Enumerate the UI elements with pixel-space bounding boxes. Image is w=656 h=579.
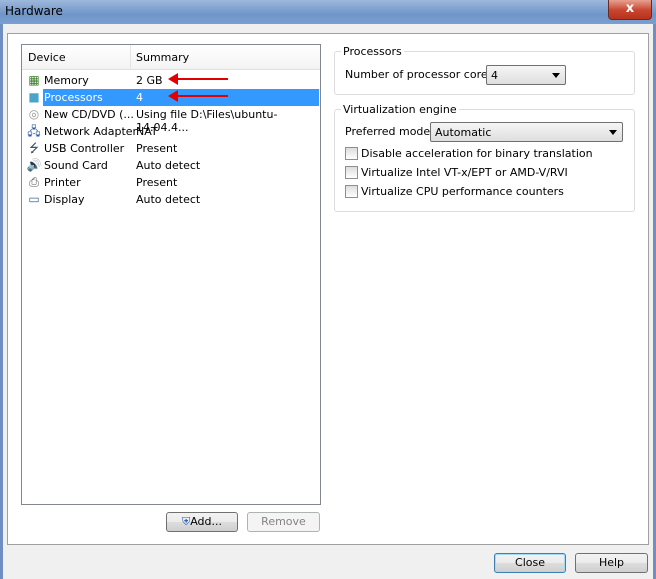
option-checkbox[interactable] — [345, 166, 358, 179]
device-list[interactable]: Device Summary ▦ Memory 2 GB ■ Processors 4 ◎ N… — [21, 44, 321, 505]
memory-icon: ▦ — [28, 73, 40, 87]
processor-icon: ■ — [28, 90, 40, 104]
help-button[interactable]: Help — [575, 553, 648, 573]
option-checkbox[interactable] — [345, 185, 358, 198]
window-close-button[interactable]: x — [608, 0, 652, 20]
virtualization-group-title: Virtualization engine — [341, 103, 459, 116]
list-item[interactable]: 🔊 Sound Card Auto detect — [22, 157, 320, 174]
mode-value: Automatic — [435, 126, 492, 139]
mode-select[interactable]: Automatic — [430, 122, 623, 142]
cores-value: 4 — [491, 69, 498, 82]
window-title: Hardware — [5, 4, 63, 18]
list-item[interactable]: 🖧 Network Adapter NAT — [22, 123, 320, 140]
title-bar: Hardware x — [0, 0, 656, 24]
column-divider[interactable] — [130, 45, 131, 70]
display-icon: ▭ — [28, 192, 40, 206]
annotation-arrow — [168, 90, 228, 102]
chevron-down-icon — [552, 73, 560, 78]
printer-icon: ⎙ — [29, 175, 39, 189]
chevron-down-icon — [609, 130, 617, 135]
add-label: Add... — [190, 515, 223, 528]
close-button[interactable]: Close — [494, 553, 566, 573]
list-item[interactable]: ⭍ USB Controller Present — [22, 140, 320, 157]
annotation-arrow — [168, 73, 228, 85]
device-summary: Auto detect — [136, 159, 201, 172]
list-item[interactable]: ⎙ Printer Present — [22, 174, 320, 191]
device-summary: NAT — [136, 125, 158, 138]
device-summary: Present — [136, 142, 178, 155]
option-label[interactable]: Disable acceleration for binary translat… — [361, 147, 593, 160]
speaker-icon: 🔊 — [26, 158, 42, 172]
option-checkbox[interactable] — [345, 147, 358, 160]
cores-label: Number of processor cores: — [345, 68, 498, 81]
device-summary: 2 GB — [136, 74, 163, 87]
device-summary: Auto detect — [136, 193, 201, 206]
network-icon: 🖧 — [27, 124, 41, 138]
remove-button[interactable]: Remove — [247, 512, 320, 532]
mode-label: Preferred mode: — [345, 125, 434, 138]
list-item[interactable]: ▭ Display Auto detect — [22, 191, 320, 208]
list-item[interactable]: ◎ New CD/DVD (... Using file D:\Files\ubun… — [22, 106, 320, 134]
list-header: Device Summary — [22, 45, 320, 70]
option-label[interactable]: Virtualize CPU performance counters — [361, 185, 564, 198]
option-label[interactable]: Virtualize Intel VT-x/EPT or AMD-V/RVI — [361, 166, 568, 179]
device-summary: Present — [136, 176, 178, 189]
processors-group-title: Processors — [341, 45, 404, 58]
column-summary[interactable]: Summary — [136, 51, 189, 64]
usb-icon: ⭍ — [29, 141, 39, 155]
cd-dvd-icon: ◎ — [28, 107, 40, 121]
add-button[interactable]: ⛨Add... — [166, 512, 238, 532]
shield-icon: ⛨ — [181, 515, 191, 528]
cores-select[interactable]: 4 — [486, 65, 566, 85]
column-device[interactable]: Device — [28, 51, 66, 64]
device-name: Display — [44, 193, 85, 206]
device-summary: 4 — [136, 91, 143, 104]
